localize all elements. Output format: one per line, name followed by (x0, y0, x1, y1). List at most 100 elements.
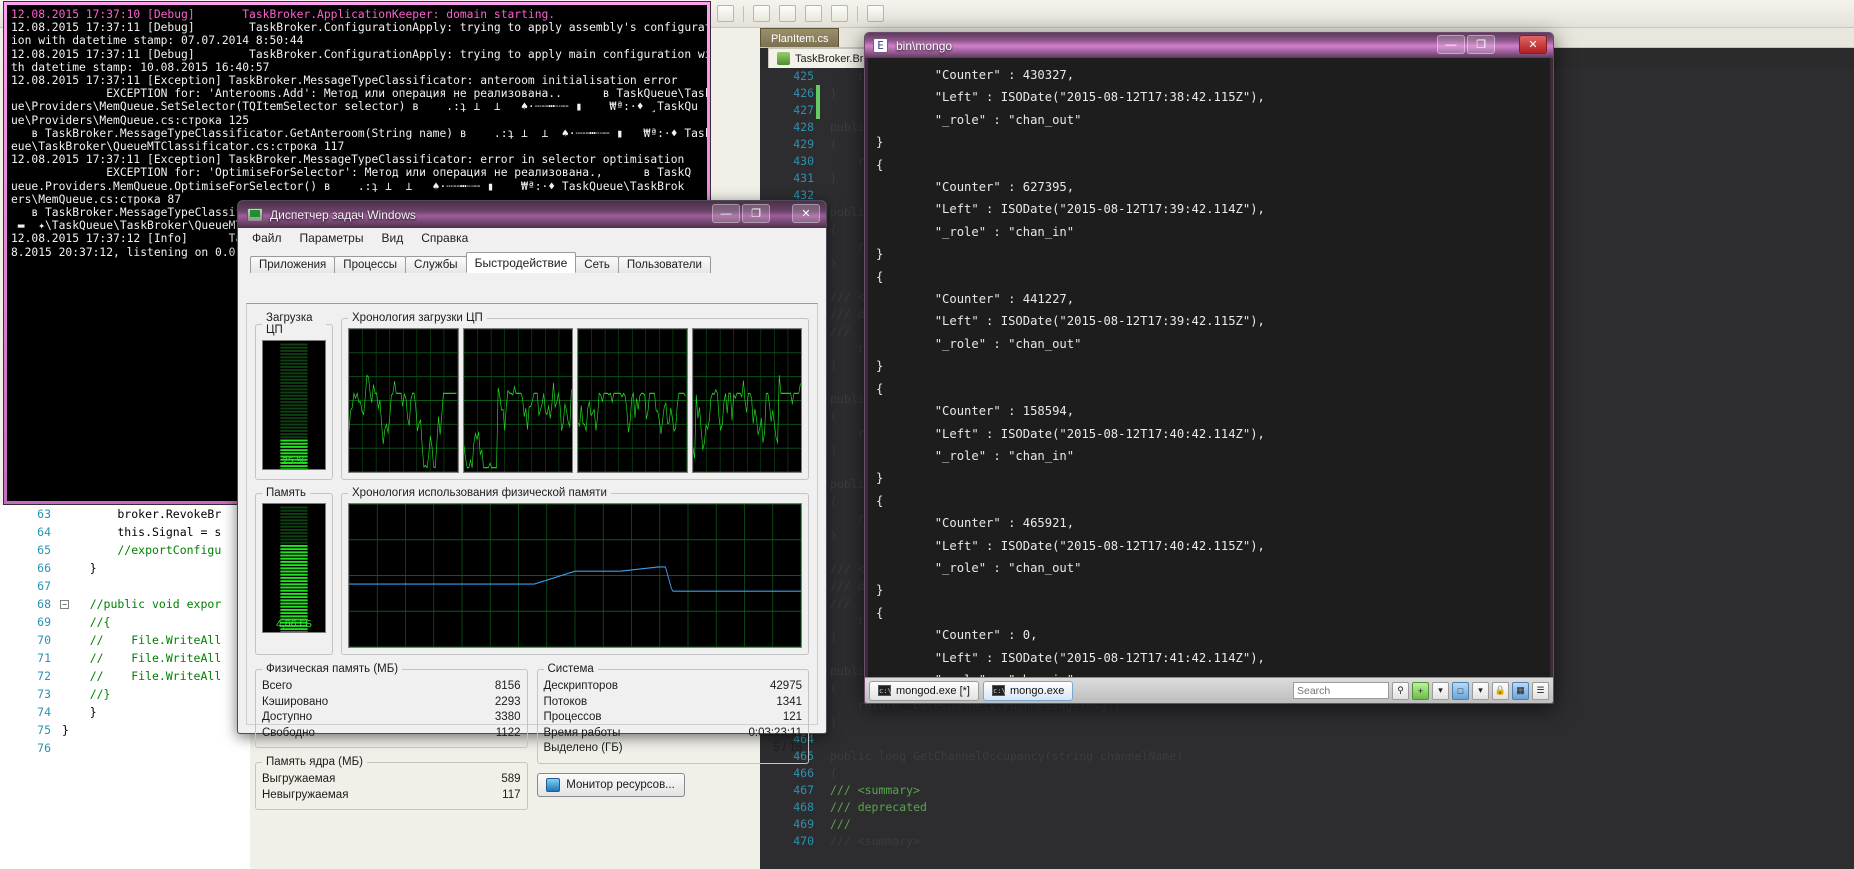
menu-item-file[interactable]: Файл (252, 231, 282, 245)
vs-left-code-line: this.Signal = s (62, 525, 222, 539)
stat-value: 3380 (494, 711, 521, 723)
resource-monitor-button[interactable]: Монитор ресурсов... (536, 772, 685, 797)
cpu-history-core-1 (462, 328, 573, 473)
console-line: 12.08.2015 17:37:10 [Debug] TaskBroker.A… (11, 8, 556, 21)
graph-canvas (577, 329, 687, 472)
mongo-output[interactable]: "Counter" : 430327, "Left" : ISODate("20… (865, 58, 1553, 677)
console-line: в TaskBroker.MessageTypeClassificator.Ge… (11, 126, 707, 140)
search-input[interactable] (1293, 682, 1389, 699)
task-manager-window[interactable]: Диспетчер задач Windows — ❐ ✕ Файл Парам… (237, 200, 827, 810)
menu-icon[interactable]: ☰ (1532, 681, 1549, 700)
vs-left-line-number: 64 (37, 525, 51, 539)
grid-icon[interactable] (716, 5, 734, 22)
vs-left-code-line: } (62, 705, 97, 719)
menu-item-view[interactable]: Вид (381, 231, 403, 245)
class-icon (777, 52, 790, 65)
stat-value: 42975 (770, 680, 802, 692)
table-icon[interactable] (752, 5, 770, 22)
cpu-history-legend: Хронология загрузки ЦП (352, 312, 483, 324)
tab-label: Быстродействие (474, 255, 568, 270)
cpu-history-group: Хронология загрузки ЦП (341, 312, 809, 480)
taskbar-button-mongo[interactable]: c:\ mongo.exe (983, 680, 1074, 701)
console-line: th datetime stamp: 10.08.2015 16:40:57 (11, 60, 270, 74)
console-icon: c:\ (878, 685, 892, 696)
stat-key: Доступно (262, 711, 313, 723)
grid-icon[interactable]: ▦ (1512, 681, 1529, 700)
tab-network[interactable]: Сеть (575, 256, 619, 273)
console-line: ue\Providers\MemQueue.SetSelector(TQItem… (11, 100, 698, 114)
mongo-output-line: } (876, 583, 884, 598)
task-manager-titlebar[interactable]: Диспетчер задач Windows — ❐ ✕ (238, 201, 826, 228)
resource-monitor-icon (546, 777, 561, 792)
vs-left-code-line: //public void expor (62, 597, 222, 611)
close-button[interactable]: ✕ (1519, 35, 1547, 54)
vs-left-editor[interactable]: 63 64 65 66 67 68 69 70 71 72 73 74 75 76 broker.Revo… (0, 505, 250, 869)
plus-icon[interactable]: + (1412, 681, 1429, 700)
stat-value: 0:03:23:11 (748, 726, 802, 739)
stat-key: Невыгружаемая (262, 788, 349, 801)
vs-left-code-line: // File.WriteAll (62, 633, 222, 647)
minimize-button[interactable]: — (1437, 35, 1465, 54)
performance-page: Загрузка ЦП 25 % Хронология загрузки ЦП (246, 303, 818, 810)
mongo-output-line: "_role" : "chan_in" (876, 224, 1075, 239)
cpu-usage-meter: 25 % (262, 340, 326, 470)
lock-icon[interactable]: 🔒 (1492, 681, 1509, 700)
vs-left-code[interactable]: broker.RevokeBr this.Signal = s //export… (62, 505, 221, 757)
mongo-output-line: { (876, 605, 884, 620)
stat-value: 2293 (494, 695, 521, 708)
vs-line-number: 431 (793, 171, 814, 185)
mongo-output-line: "_role" : "chan_in" (876, 669, 1542, 677)
tab-services[interactable]: Службы (404, 256, 467, 273)
vs-left-code-line: } (62, 723, 69, 737)
windows-taskbar: c:\ mongod.exe [*] c:\ mongo.exe ⚲ + ▾ □… (865, 677, 1553, 703)
fold-toggle-icon[interactable]: − (60, 600, 69, 609)
taskbar-button-label: mongod.exe [*] (896, 684, 970, 697)
mongo-output-line: "Counter" : 158594, (876, 404, 1075, 419)
cpu-usage-value: 25 % (282, 455, 306, 467)
vs-left-code-line: // File.WriteAll (62, 651, 222, 665)
graph-canvas (280, 506, 308, 632)
close-button[interactable]: ✕ (792, 204, 820, 223)
tab-performance[interactable]: Быстродействие (465, 252, 577, 273)
columns-icon[interactable] (778, 5, 796, 22)
list-icon[interactable] (830, 5, 848, 22)
mongo-output-line: { (876, 493, 884, 508)
vs-left-code-line: //{ (62, 615, 111, 629)
system-stats-column: Система Дескрипторов 42975 Потоков 1341 Пр… (536, 663, 809, 810)
vs-change-bar (816, 85, 820, 119)
mongo-titlebar[interactable]: E bin\mongo — ❐ ✕ (865, 33, 1553, 58)
mongo-output-line: "Left" : ISODate("2015-08-12T17:39:42.11… (876, 314, 1265, 329)
chevron-down-icon[interactable]: ▾ (1432, 681, 1449, 700)
menu-item-options[interactable]: Параметры (300, 231, 364, 245)
tab-applications[interactable]: Приложения (250, 256, 336, 273)
memory-history-legend: Хронология использования физической памя… (352, 487, 607, 499)
chevron-down-icon[interactable] (866, 5, 884, 22)
tab-processes[interactable]: Процессы (334, 256, 406, 273)
stat-value: 589 (501, 773, 521, 785)
tab-label: Процессы (343, 259, 397, 271)
rows-icon[interactable] (804, 5, 822, 22)
resource-monitor-label: Монитор ресурсов... (566, 778, 675, 791)
graph-canvas (280, 343, 308, 469)
tab-users[interactable]: Пользователи (617, 256, 711, 273)
stat-value: 1341 (776, 695, 802, 708)
system-group: Система Дескрипторов 42975 Потоков 1341 Пр… (536, 663, 809, 764)
vs-code-line: /// <summary> (830, 783, 921, 797)
kernel-memory-legend: Память ядра (МБ) (266, 756, 363, 768)
taskbar-button-mongod[interactable]: c:\ mongod.exe [*] (869, 680, 979, 701)
vs-tab-planitem[interactable]: PlanItem.cs (760, 28, 840, 47)
window-icon[interactable]: □ (1452, 681, 1469, 700)
maximize-button[interactable]: ❐ (1467, 35, 1495, 54)
menu-item-help[interactable]: Справка (421, 231, 468, 245)
vs-line-number: 470 (793, 834, 814, 848)
minimize-button[interactable]: — (712, 204, 740, 223)
maximize-button[interactable]: ❐ (742, 204, 770, 223)
mongo-shell-window[interactable]: E bin\mongo — ❐ ✕ "Counter" : 430327, "L… (864, 32, 1554, 704)
graph-canvas (692, 329, 802, 472)
stat-key: Кэшировано (262, 695, 329, 708)
tab-label: Приложения (259, 259, 327, 271)
search-icon[interactable]: ⚲ (1392, 681, 1409, 700)
stat-key: Процессов (543, 711, 602, 723)
stat-value: 117 (502, 788, 521, 801)
chevron-down-icon-2[interactable]: ▾ (1472, 681, 1489, 700)
